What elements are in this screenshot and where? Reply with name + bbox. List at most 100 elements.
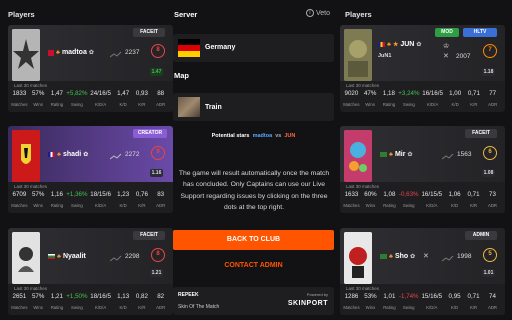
- skin-title: Skin Of The Match: [178, 304, 220, 310]
- players-left-title: Players: [8, 10, 35, 19]
- stats-row: 9020 Matches 47% Wins 1,18 Rating +3,24% Swi…: [343, 90, 498, 107]
- faceit-level-icon: 9: [151, 146, 165, 160]
- last30-label: Last 30 matches: [14, 286, 48, 291]
- info-icon: i: [306, 9, 314, 17]
- player-card-nyaalit[interactable]: FACEIT ♣ Nyaalit 2298 8 1.21 Last 30 mat…: [8, 228, 173, 315]
- avatar: [12, 130, 40, 182]
- avatar: [344, 130, 372, 182]
- faceit-level-icon: 6: [483, 146, 497, 160]
- clubs-icon: ♣: [389, 253, 393, 260]
- elo-trend-icon: [110, 153, 122, 160]
- steam-icon: ✕: [423, 253, 429, 260]
- elo-value: 2272: [125, 151, 140, 158]
- player-card-sho[interactable]: ADMIN ♣ Sho ✿ ✕ 1998 5 1.01 Last 30 matc…: [340, 228, 505, 315]
- potential-stars: Potential stars madtoa vs JUN: [211, 133, 296, 139]
- elo-value: 2007: [456, 53, 471, 60]
- trophy-icon: ♔: [443, 43, 450, 50]
- server-name: Germany: [205, 44, 236, 51]
- flag-icon: [378, 42, 385, 47]
- player-name[interactable]: ♣ ★ JUN ✿: [378, 41, 421, 48]
- player-name[interactable]: ♣ shadi ✿: [48, 151, 88, 158]
- avatar: [344, 29, 372, 81]
- star-icon: ★: [392, 42, 399, 48]
- faceit-badge: FACEIT: [133, 231, 165, 240]
- flag-icon: [48, 152, 55, 157]
- rating-pill: 1.18: [482, 68, 495, 76]
- faceit-badge: FACEIT: [465, 129, 497, 138]
- result-message: The game will result automatically once …: [178, 170, 330, 212]
- player-subname: JuN1: [378, 53, 392, 59]
- faceit-level-icon: 7: [483, 44, 497, 58]
- player-name[interactable]: ♣ Sho ✿: [380, 253, 415, 260]
- flag-icon: [380, 254, 387, 259]
- rating-pill: 1.16: [150, 169, 163, 177]
- faceit-level-icon: 8: [151, 248, 165, 262]
- verified-icon: ✿: [407, 152, 413, 158]
- verified-icon: ✿: [88, 50, 94, 56]
- match-room: Players Server i Veto Players FACEIT ♣ ma…: [0, 0, 512, 320]
- admin-badge: ADMIN: [465, 231, 497, 240]
- clubs-icon: ♣: [387, 41, 391, 48]
- map-box: Train: [173, 93, 334, 121]
- player-name[interactable]: ♣ Mir ✿: [380, 151, 412, 158]
- skin-of-match-banner[interactable]: REPEEK Skin Of The Match Powered by SKIN…: [173, 287, 334, 315]
- last30-label: Last 30 matches: [14, 184, 48, 189]
- veto-info[interactable]: i Veto: [306, 9, 330, 17]
- elo-value: 1998: [457, 253, 472, 260]
- skin-brand: REPEEK: [178, 292, 199, 298]
- avatar: [344, 232, 372, 284]
- hltv-badge: HLTV: [463, 28, 497, 37]
- elo-value: 1563: [457, 151, 472, 158]
- faceit-badge: FACEIT: [133, 28, 165, 37]
- server-title: Server: [174, 10, 198, 19]
- verified-icon: ✿: [416, 42, 422, 48]
- faceit-level-icon: 5: [483, 248, 497, 262]
- verified-icon: ✿: [83, 152, 89, 158]
- player-name[interactable]: ♣ madtoa ✿: [48, 49, 94, 56]
- players-right-title: Players: [345, 10, 372, 19]
- creator-badge: CREATOR: [133, 129, 167, 138]
- map-title: Map: [174, 71, 189, 80]
- player-card-shadi[interactable]: CREATOR ♣ shadi ✿ 2272 9 1.16 Last 30 ma…: [8, 126, 173, 213]
- skinport-logo: SKINPORT: [287, 300, 328, 307]
- stats-row: 2651 Matches 57% Wins 1,21 Rating +1,50% Swi…: [11, 293, 166, 310]
- rating-pill: 1.01: [482, 269, 495, 277]
- elo-value: 2237: [125, 49, 140, 56]
- avatar: [12, 232, 40, 284]
- stats-row: 1833 Matches 57% Wins 1,47 Rating +5,82% Swi…: [11, 90, 166, 107]
- contact-admin-link[interactable]: CONTACT ADMIN: [173, 262, 334, 269]
- stats-row: 1633 Matches 60% Wins 1,08 Rating -0,63% Swi…: [343, 191, 498, 208]
- flag-icon: [48, 254, 55, 259]
- player-card-jun[interactable]: MOD HLTV ♣ ★ JUN ✿ JuN1 ♔ ✕ 2007 7 1.18 …: [340, 25, 505, 112]
- player-card-madtoa[interactable]: FACEIT ♣ madtoa ✿ 2237 8 1.47 Last 30 ma…: [8, 25, 173, 112]
- clubs-icon: ♣: [389, 151, 393, 158]
- last30-label: Last 30 matches: [14, 83, 48, 88]
- server-box: Germany: [173, 34, 334, 62]
- player-card-mir[interactable]: FACEIT ♣ Mir ✿ 1563 6 1.08 Last 30 match…: [340, 126, 505, 213]
- clubs-icon: ♣: [56, 49, 60, 56]
- stats-row: 1286 Matches 53% Wins 1,01 Rating -1,74% Swi…: [343, 293, 498, 310]
- powered-by: Powered by: [306, 292, 328, 297]
- last30-label: Last 30 matches: [346, 286, 380, 291]
- clubs-icon: ♣: [57, 253, 61, 260]
- rating-pill: 1.08: [482, 169, 495, 177]
- germany-flag-icon: [178, 39, 200, 57]
- map-thumbnail: [178, 97, 200, 117]
- mod-badge: MOD: [435, 28, 459, 37]
- player-name[interactable]: ♣ Nyaalit: [48, 253, 86, 260]
- rating-pill: 1.47: [150, 68, 163, 76]
- clubs-icon: ♣: [57, 151, 61, 158]
- elo-trend-icon: [442, 255, 454, 262]
- map-name: Train: [205, 104, 222, 111]
- flag-icon: [48, 49, 54, 56]
- back-to-club-button[interactable]: BACK TO CLUB: [173, 230, 334, 250]
- verified-icon: ✿: [410, 254, 416, 260]
- elo-trend-icon: [110, 51, 122, 58]
- elo-value: 2298: [125, 253, 140, 260]
- elo-trend-icon: [110, 255, 122, 262]
- avatar: [12, 29, 40, 81]
- stats-row: 6709 Matches 57% Wins 1,16 Rating +1,36% Swi…: [11, 191, 166, 208]
- last30-label: Last 30 matches: [346, 184, 380, 189]
- steam-icon: ✕: [443, 53, 449, 60]
- rating-pill: 1.21: [150, 269, 163, 277]
